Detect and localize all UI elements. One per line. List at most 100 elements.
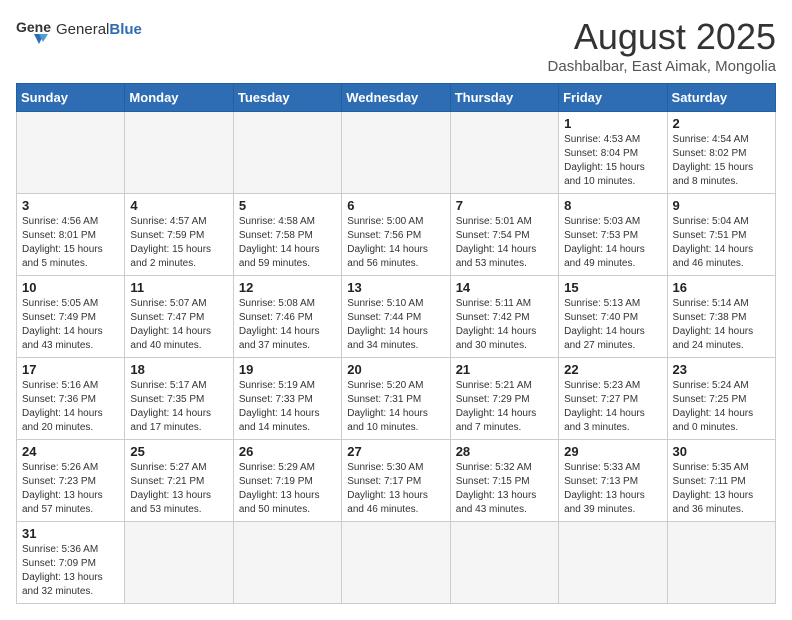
day-number: 8 — [564, 198, 661, 213]
calendar-subtitle: Dashbalbar, East Aimak, Mongolia — [548, 58, 776, 75]
day-number: 29 — [564, 444, 661, 459]
calendar-cell: 28Sunrise: 5:32 AM Sunset: 7:15 PM Dayli… — [450, 440, 558, 522]
calendar-cell: 13 Sunrise: 5:10 AM Sunset: 7:44 PM Dayli… — [342, 276, 450, 358]
day-info: Sunrise: 5:05 AM Sunset: 7:49 PM Dayligh… — [22, 297, 119, 353]
day-info: Sunrise: 5:24 AM Sunset: 7:25 PM Dayligh… — [673, 379, 770, 435]
calendar-cell — [559, 522, 667, 604]
calendar-cell: 17Sunrise: 5:16 AM Sunset: 7:36 PM Dayli… — [17, 358, 125, 440]
calendar-cell: 22Sunrise: 5:23 AM Sunset: 7:27 PM Dayli… — [559, 358, 667, 440]
logo-icon: General — [16, 16, 52, 44]
day-number: 24 — [22, 444, 119, 459]
calendar-week-6: 31 Sunrise: 5:36 AM Sunset: 7:09 PM Dayli… — [17, 522, 776, 604]
day-info: Sunrise: 5:26 AM Sunset: 7:23 PM Dayligh… — [22, 461, 119, 517]
calendar-cell — [233, 112, 341, 194]
day-info: Sunrise: 5:21 AM Sunset: 7:29 PM Dayligh… — [456, 379, 553, 435]
day-number: 17 — [22, 362, 119, 377]
day-number: 5 — [239, 198, 336, 213]
calendar-cell: 6 Sunrise: 5:00 AM Sunset: 7:56 PM Daylig… — [342, 194, 450, 276]
day-number: 26 — [239, 444, 336, 459]
calendar-cell: 25Sunrise: 5:27 AM Sunset: 7:21 PM Dayli… — [125, 440, 233, 522]
day-info: Sunrise: 5:01 AM Sunset: 7:54 PM Dayligh… — [456, 215, 553, 271]
logo-blue: Blue — [109, 21, 142, 38]
calendar-cell: 31 Sunrise: 5:36 AM Sunset: 7:09 PM Dayli… — [17, 522, 125, 604]
day-info: Sunrise: 4:58 AM Sunset: 7:58 PM Dayligh… — [239, 215, 336, 271]
day-number: 1 — [564, 116, 661, 131]
day-number: 6 — [347, 198, 444, 213]
calendar-cell: 26 Sunrise: 5:29 AM Sunset: 7:19 PM Dayli… — [233, 440, 341, 522]
day-info: Sunrise: 5:36 AM Sunset: 7:09 PM Dayligh… — [22, 543, 119, 599]
weekday-header-row: SundayMondayTuesdayWednesdayThursdayFrid… — [17, 84, 776, 112]
calendar-cell: 1 Sunrise: 4:53 AM Sunset: 8:04 PM Daylig… — [559, 112, 667, 194]
day-number: 12 — [239, 280, 336, 295]
calendar-cell: 7 Sunrise: 5:01 AM Sunset: 7:54 PM Daylig… — [450, 194, 558, 276]
day-info: Sunrise: 4:54 AM Sunset: 8:02 PM Dayligh… — [673, 133, 770, 189]
day-number: 9 — [673, 198, 770, 213]
day-info: Sunrise: 5:03 AM Sunset: 7:53 PM Dayligh… — [564, 215, 661, 271]
calendar-cell — [342, 112, 450, 194]
weekday-header-wednesday: Wednesday — [342, 84, 450, 112]
day-number: 31 — [22, 526, 119, 541]
calendar-cell — [17, 112, 125, 194]
calendar-cell: 16 Sunrise: 5:14 AM Sunset: 7:38 PM Dayli… — [667, 276, 775, 358]
calendar-week-2: 3Sunrise: 4:56 AM Sunset: 8:01 PM Daylig… — [17, 194, 776, 276]
calendar-cell — [125, 522, 233, 604]
calendar-title: August 2025 — [548, 16, 776, 58]
calendar-cell: 3Sunrise: 4:56 AM Sunset: 8:01 PM Daylig… — [17, 194, 125, 276]
day-info: Sunrise: 5:14 AM Sunset: 7:38 PM Dayligh… — [673, 297, 770, 353]
day-number: 30 — [673, 444, 770, 459]
day-number: 18 — [130, 362, 227, 377]
calendar-week-4: 17Sunrise: 5:16 AM Sunset: 7:36 PM Dayli… — [17, 358, 776, 440]
day-info: Sunrise: 5:23 AM Sunset: 7:27 PM Dayligh… — [564, 379, 661, 435]
day-number: 7 — [456, 198, 553, 213]
day-number: 20 — [347, 362, 444, 377]
calendar-cell: 15 Sunrise: 5:13 AM Sunset: 7:40 PM Dayli… — [559, 276, 667, 358]
calendar-cell: 9Sunrise: 5:04 AM Sunset: 7:51 PM Daylig… — [667, 194, 775, 276]
day-info: Sunrise: 5:10 AM Sunset: 7:44 PM Dayligh… — [347, 297, 444, 353]
calendar-title-area: August 2025 Dashbalbar, East Aimak, Mong… — [548, 16, 776, 75]
day-number: 14 — [456, 280, 553, 295]
day-number: 15 — [564, 280, 661, 295]
calendar-cell — [450, 522, 558, 604]
day-info: Sunrise: 5:00 AM Sunset: 7:56 PM Dayligh… — [347, 215, 444, 271]
calendar-cell: 5 Sunrise: 4:58 AM Sunset: 7:58 PM Daylig… — [233, 194, 341, 276]
calendar-cell — [125, 112, 233, 194]
calendar-cell: 24 Sunrise: 5:26 AM Sunset: 7:23 PM Dayli… — [17, 440, 125, 522]
day-number: 21 — [456, 362, 553, 377]
calendar-cell: 19Sunrise: 5:19 AM Sunset: 7:33 PM Dayli… — [233, 358, 341, 440]
calendar-table: SundayMondayTuesdayWednesdayThursdayFrid… — [16, 83, 776, 604]
calendar-cell: 30 Sunrise: 5:35 AM Sunset: 7:11 PM Dayli… — [667, 440, 775, 522]
day-info: Sunrise: 5:13 AM Sunset: 7:40 PM Dayligh… — [564, 297, 661, 353]
day-info: Sunrise: 5:35 AM Sunset: 7:11 PM Dayligh… — [673, 461, 770, 517]
day-number: 19 — [239, 362, 336, 377]
calendar-cell: 8 Sunrise: 5:03 AM Sunset: 7:53 PM Daylig… — [559, 194, 667, 276]
day-number: 4 — [130, 198, 227, 213]
calendar-cell — [342, 522, 450, 604]
day-number: 11 — [130, 280, 227, 295]
weekday-header-friday: Friday — [559, 84, 667, 112]
calendar-cell — [450, 112, 558, 194]
page-header: General GeneralBlue August 2025 Dashbalb… — [16, 16, 776, 75]
logo: General GeneralBlue — [16, 16, 142, 44]
day-number: 16 — [673, 280, 770, 295]
weekday-header-sunday: Sunday — [17, 84, 125, 112]
day-info: Sunrise: 5:07 AM Sunset: 7:47 PM Dayligh… — [130, 297, 227, 353]
calendar-cell: 21 Sunrise: 5:21 AM Sunset: 7:29 PM Dayli… — [450, 358, 558, 440]
calendar-cell: 23Sunrise: 5:24 AM Sunset: 7:25 PM Dayli… — [667, 358, 775, 440]
day-number: 28 — [456, 444, 553, 459]
day-number: 13 — [347, 280, 444, 295]
calendar-cell: 18 Sunrise: 5:17 AM Sunset: 7:35 PM Dayli… — [125, 358, 233, 440]
day-info: Sunrise: 5:17 AM Sunset: 7:35 PM Dayligh… — [130, 379, 227, 435]
day-info: Sunrise: 5:29 AM Sunset: 7:19 PM Dayligh… — [239, 461, 336, 517]
day-info: Sunrise: 5:08 AM Sunset: 7:46 PM Dayligh… — [239, 297, 336, 353]
svg-text:General: General — [16, 19, 52, 35]
calendar-cell: 2Sunrise: 4:54 AM Sunset: 8:02 PM Daylig… — [667, 112, 775, 194]
calendar-cell: 11 Sunrise: 5:07 AM Sunset: 7:47 PM Dayli… — [125, 276, 233, 358]
day-info: Sunrise: 4:53 AM Sunset: 8:04 PM Dayligh… — [564, 133, 661, 189]
weekday-header-monday: Monday — [125, 84, 233, 112]
day-number: 25 — [130, 444, 227, 459]
calendar-cell — [233, 522, 341, 604]
day-info: Sunrise: 4:57 AM Sunset: 7:59 PM Dayligh… — [130, 215, 227, 271]
calendar-cell: 10Sunrise: 5:05 AM Sunset: 7:49 PM Dayli… — [17, 276, 125, 358]
calendar-cell: 4 Sunrise: 4:57 AM Sunset: 7:59 PM Daylig… — [125, 194, 233, 276]
weekday-header-saturday: Saturday — [667, 84, 775, 112]
